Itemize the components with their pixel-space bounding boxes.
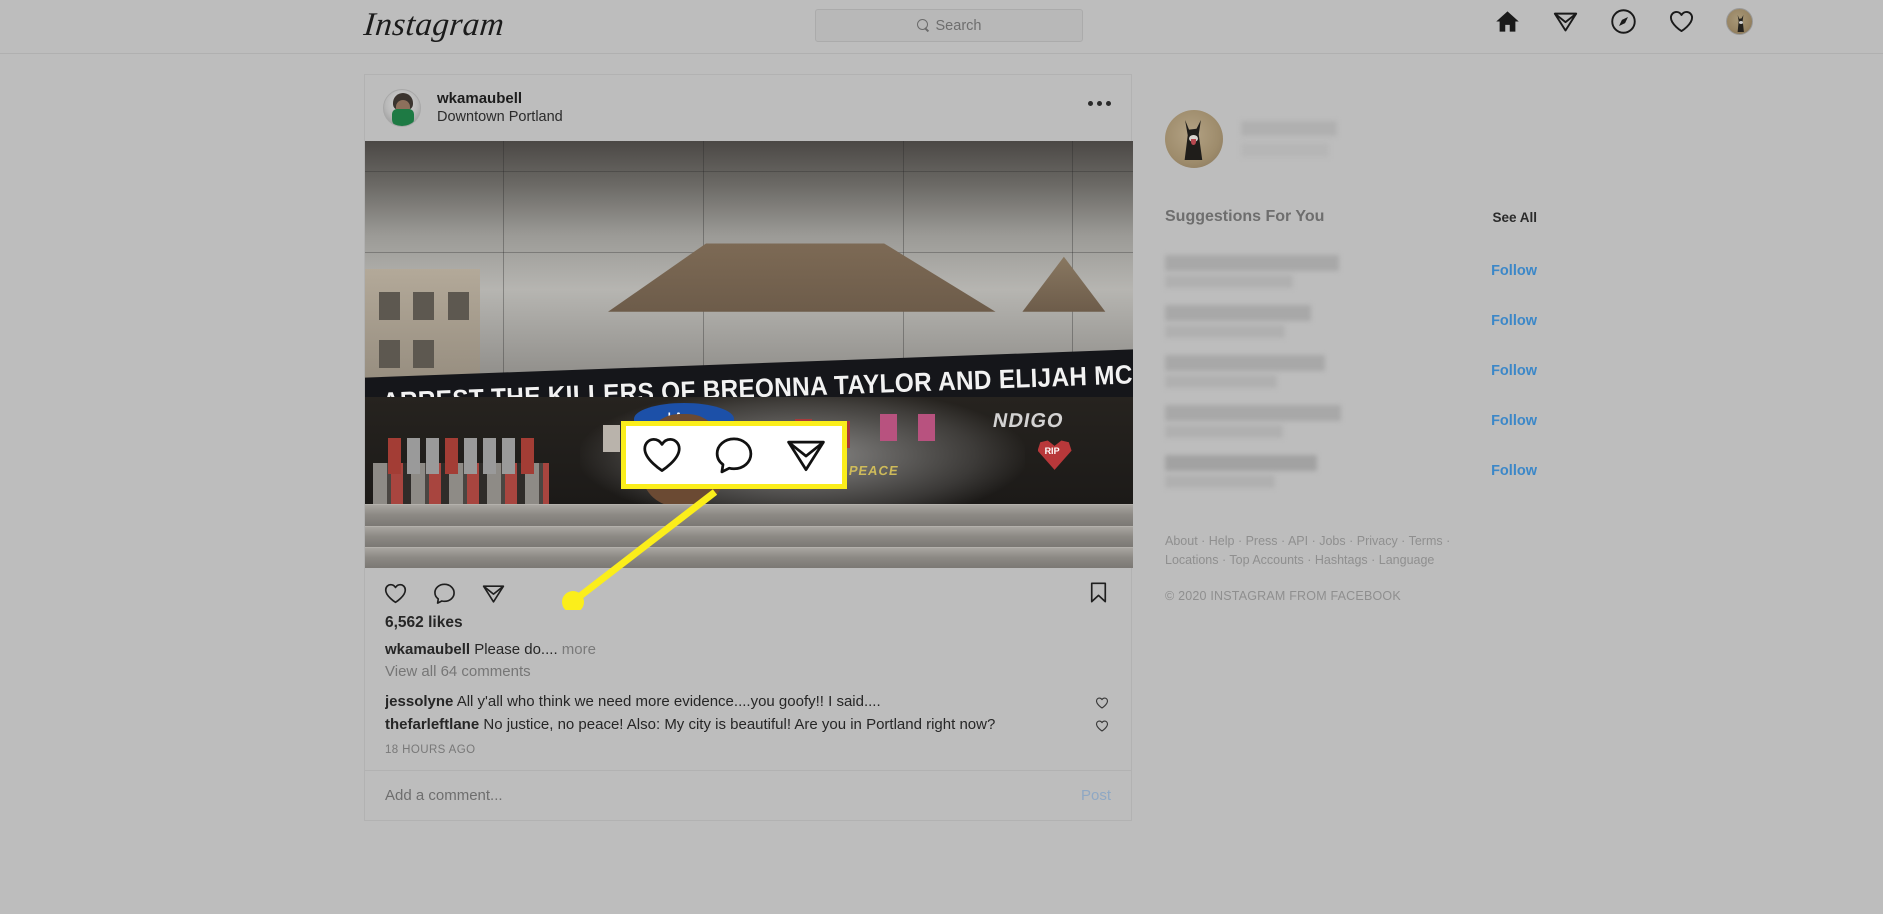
- top-navigation-bar: Instagram Search: [0, 0, 1883, 54]
- search-icon: [916, 19, 930, 32]
- comment-list: jessolyne All y'all who think we need mo…: [365, 680, 1131, 737]
- profile-avatar[interactable]: [1726, 8, 1753, 35]
- search-placeholder: Search: [935, 17, 982, 34]
- save-bookmark-icon[interactable]: [1086, 580, 1111, 605]
- home-icon[interactable]: [1494, 8, 1521, 35]
- sidebar-footer: About · Help · Press · API · Jobs · Priv…: [1165, 532, 1495, 603]
- comment-icon: [712, 433, 756, 477]
- suggestion-subtitle-blurred: [1165, 324, 1285, 338]
- list-item[interactable]: Follow: [1165, 396, 1537, 446]
- comment-like-icon[interactable]: [1095, 694, 1109, 713]
- suggestion-username-blurred: [1165, 404, 1341, 421]
- suggestion-username-blurred: [1165, 304, 1311, 321]
- like-heart-icon[interactable]: [383, 581, 408, 606]
- footer-links[interactable]: About · Help · Press · API · Jobs · Priv…: [1165, 532, 1495, 571]
- list-item[interactable]: Follow: [1165, 446, 1537, 496]
- share-icon: [784, 433, 828, 477]
- comment-icon[interactable]: [432, 581, 457, 606]
- suggestion-subtitle-blurred: [1165, 474, 1275, 488]
- caption-username[interactable]: wkamaubell: [385, 641, 470, 658]
- suggestion-subtitle-blurred: [1165, 374, 1277, 388]
- post-action-bar: [365, 568, 1131, 618]
- comment-text: All y'all who think we need more evidenc…: [456, 692, 881, 710]
- see-all-link[interactable]: See All: [1492, 210, 1537, 225]
- follow-button[interactable]: Follow: [1491, 313, 1537, 329]
- post-comment-button[interactable]: Post: [1081, 787, 1111, 804]
- suggestion-subtitle-blurred: [1165, 274, 1293, 288]
- post-timestamp: 18 HOURS AGO: [385, 744, 476, 756]
- share-icon[interactable]: [481, 581, 506, 606]
- activity-heart-icon[interactable]: [1668, 8, 1695, 35]
- view-all-comments-link[interactable]: View all 64 comments: [365, 660, 1131, 680]
- current-user-row[interactable]: [1165, 110, 1565, 168]
- caption-text: Please do....: [474, 641, 558, 658]
- list-item[interactable]: Follow: [1165, 296, 1537, 346]
- suggestion-list: Follow Follow Follow Follow Follow: [1165, 246, 1537, 496]
- list-item: thefarleftlane No justice, no peace! Als…: [385, 713, 1111, 736]
- footer-copyright: © 2020 INSTAGRAM FROM FACEBOOK: [1165, 588, 1401, 603]
- list-item[interactable]: Follow: [1165, 246, 1537, 296]
- photo-steps: [365, 503, 1133, 568]
- right-sidebar: Suggestions For You See All Follow Follo…: [1165, 110, 1565, 603]
- caption-more-link[interactable]: more: [562, 641, 596, 658]
- post-options-icon[interactable]: [1088, 101, 1111, 106]
- direct-messages-icon[interactable]: [1552, 8, 1579, 35]
- annotation-callout-box: [621, 421, 847, 489]
- follow-button[interactable]: Follow: [1491, 413, 1537, 429]
- list-item[interactable]: Follow: [1165, 346, 1537, 396]
- post-location[interactable]: Downtown Portland: [437, 108, 563, 127]
- heart-icon: [640, 433, 684, 477]
- search-input[interactable]: Search: [815, 9, 1083, 42]
- comment-like-icon[interactable]: [1095, 717, 1109, 736]
- instagram-logo[interactable]: Instagram: [362, 7, 506, 44]
- instagram-feed-page: Instagram Search wkamaubell Downtown Por…: [0, 0, 1883, 914]
- suggestion-username-blurred: [1165, 454, 1317, 471]
- suggestion-subtitle-blurred: [1165, 424, 1283, 438]
- list-item: jessolyne All y'all who think we need mo…: [385, 690, 1111, 713]
- suggestion-username-blurred: [1165, 354, 1325, 371]
- comment-username[interactable]: thefarleftlane: [385, 716, 479, 733]
- post-username[interactable]: wkamaubell: [437, 89, 563, 109]
- add-comment-bar[interactable]: Add a comment... Post: [365, 770, 1131, 820]
- suggestions-title: Suggestions For You: [1165, 208, 1325, 225]
- post-header: wkamaubell Downtown Portland: [365, 75, 1131, 141]
- current-username-blurred: [1241, 121, 1337, 136]
- comment-text: No justice, no peace! Also: My city is b…: [483, 715, 996, 733]
- follow-button[interactable]: Follow: [1491, 263, 1537, 279]
- feed-content: wkamaubell Downtown Portland ARREST THE …: [0, 54, 1883, 914]
- follow-button[interactable]: Follow: [1491, 363, 1537, 379]
- suggestion-username-blurred: [1165, 254, 1339, 271]
- post-photo[interactable]: ARREST THE KILLERS OF BREONNA TAYLOR AND…: [365, 141, 1133, 568]
- avatar[interactable]: [1165, 110, 1223, 168]
- post-caption: wkamaubell Please do.... more: [365, 632, 1131, 660]
- suggestions-header: Suggestions For You See All: [1165, 208, 1537, 226]
- nav-icon-group: [1494, 8, 1753, 35]
- follow-button[interactable]: Follow: [1491, 463, 1537, 479]
- post-author-avatar[interactable]: [383, 89, 421, 127]
- comment-username[interactable]: jessolyne: [385, 693, 453, 710]
- add-comment-input[interactable]: Add a comment...: [385, 787, 503, 804]
- explore-compass-icon[interactable]: [1610, 8, 1637, 35]
- current-fullname-blurred: [1241, 143, 1329, 157]
